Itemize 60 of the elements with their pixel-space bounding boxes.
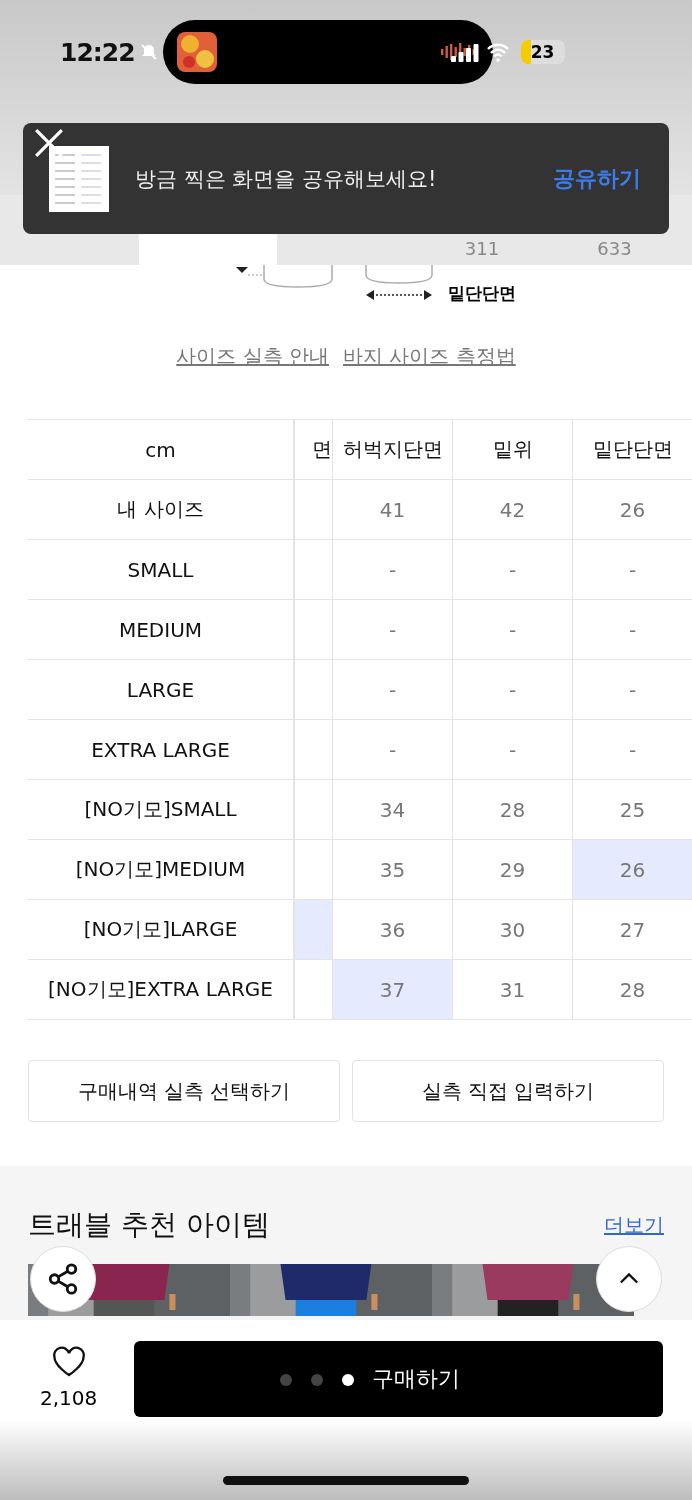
table-cell: [NO기모]EXTRA LARGE bbox=[28, 960, 295, 1019]
diagram-label: 밑단단면 bbox=[448, 282, 516, 305]
table-cell: 41 bbox=[333, 480, 453, 539]
share-button[interactable]: 공유하기 bbox=[553, 163, 641, 194]
table-cell: 37 bbox=[333, 960, 453, 1019]
wifi-icon bbox=[484, 42, 511, 62]
heart-icon[interactable] bbox=[50, 1346, 87, 1378]
guide-link[interactable]: 사이즈 실측 안내 bbox=[176, 343, 329, 383]
table-cell: 42 bbox=[453, 480, 573, 539]
table-cell: - bbox=[333, 720, 453, 779]
table-cell: - bbox=[333, 540, 453, 599]
table-cell: 36 bbox=[333, 900, 453, 959]
table-cell-text: - bbox=[627, 616, 638, 644]
guide-link[interactable]: 바지 사이즈 측정법 bbox=[343, 343, 516, 383]
column-header: 밑위 bbox=[453, 420, 573, 479]
section-title: 트래블 추천 아이템 bbox=[28, 1207, 270, 1243]
share-icon bbox=[46, 1262, 80, 1296]
toast-message: 방금 찍은 화면을 공유해보세요! bbox=[135, 165, 438, 193]
screenshot-thumbnail-icon bbox=[49, 145, 109, 212]
table-cell: [NO기모]SMALL bbox=[28, 780, 295, 839]
table-cell: - bbox=[453, 540, 573, 599]
table-cell: 내 사이즈 bbox=[28, 480, 295, 539]
muted-bell-icon bbox=[138, 42, 159, 62]
battery-indicator: 23 bbox=[520, 40, 565, 64]
column-header: cm bbox=[28, 420, 295, 479]
signal-icon bbox=[450, 42, 481, 62]
buy-button[interactable]: 구매하기 bbox=[134, 1341, 663, 1417]
measure-button[interactable]: 구매내역 실측 선택하기 bbox=[28, 1060, 340, 1122]
table-cell: 26 bbox=[573, 840, 692, 899]
table-cell: EXTRA LARGE bbox=[28, 720, 295, 779]
column-header: 면 bbox=[295, 420, 333, 479]
close-icon[interactable] bbox=[33, 127, 65, 159]
column-header: 밑단단면 bbox=[591, 436, 674, 463]
table-cell: - bbox=[333, 600, 453, 659]
like-count: 2,108 bbox=[40, 1386, 98, 1410]
table-cell-text: - bbox=[627, 556, 638, 584]
table-cell: 31 bbox=[453, 960, 573, 1019]
table-cell: 35 bbox=[333, 840, 453, 899]
table-cell: [NO기모]MEDIUM bbox=[28, 840, 295, 899]
table-cell: - bbox=[333, 660, 453, 719]
table-cell-text: 25 bbox=[618, 796, 647, 824]
table-cell: SMALL bbox=[28, 540, 295, 599]
table-cell-text: - bbox=[627, 736, 638, 764]
more-link[interactable]: 더보기 bbox=[604, 1211, 664, 1239]
table-cell: 30 bbox=[453, 900, 573, 959]
table-cell: LARGE bbox=[28, 660, 295, 719]
table-cell: 34 bbox=[333, 780, 453, 839]
table-cell: - bbox=[453, 660, 573, 719]
table-cell: MEDIUM bbox=[28, 600, 295, 659]
table-cell: - bbox=[453, 720, 573, 779]
status-time: 12:22 bbox=[60, 37, 135, 67]
table-cell-text: 26 bbox=[618, 496, 647, 524]
table-cell: 28 bbox=[453, 780, 573, 839]
table-cell-text: - bbox=[627, 676, 638, 704]
column-header: 허벅지단면 bbox=[333, 420, 453, 479]
table-cell: - bbox=[453, 600, 573, 659]
app-icon bbox=[176, 32, 217, 72]
table-cell-text: 27 bbox=[618, 916, 647, 944]
table-cell-text: 28 bbox=[618, 976, 647, 1004]
measure-button[interactable]: 실측 직접 입력하기 bbox=[352, 1060, 664, 1122]
